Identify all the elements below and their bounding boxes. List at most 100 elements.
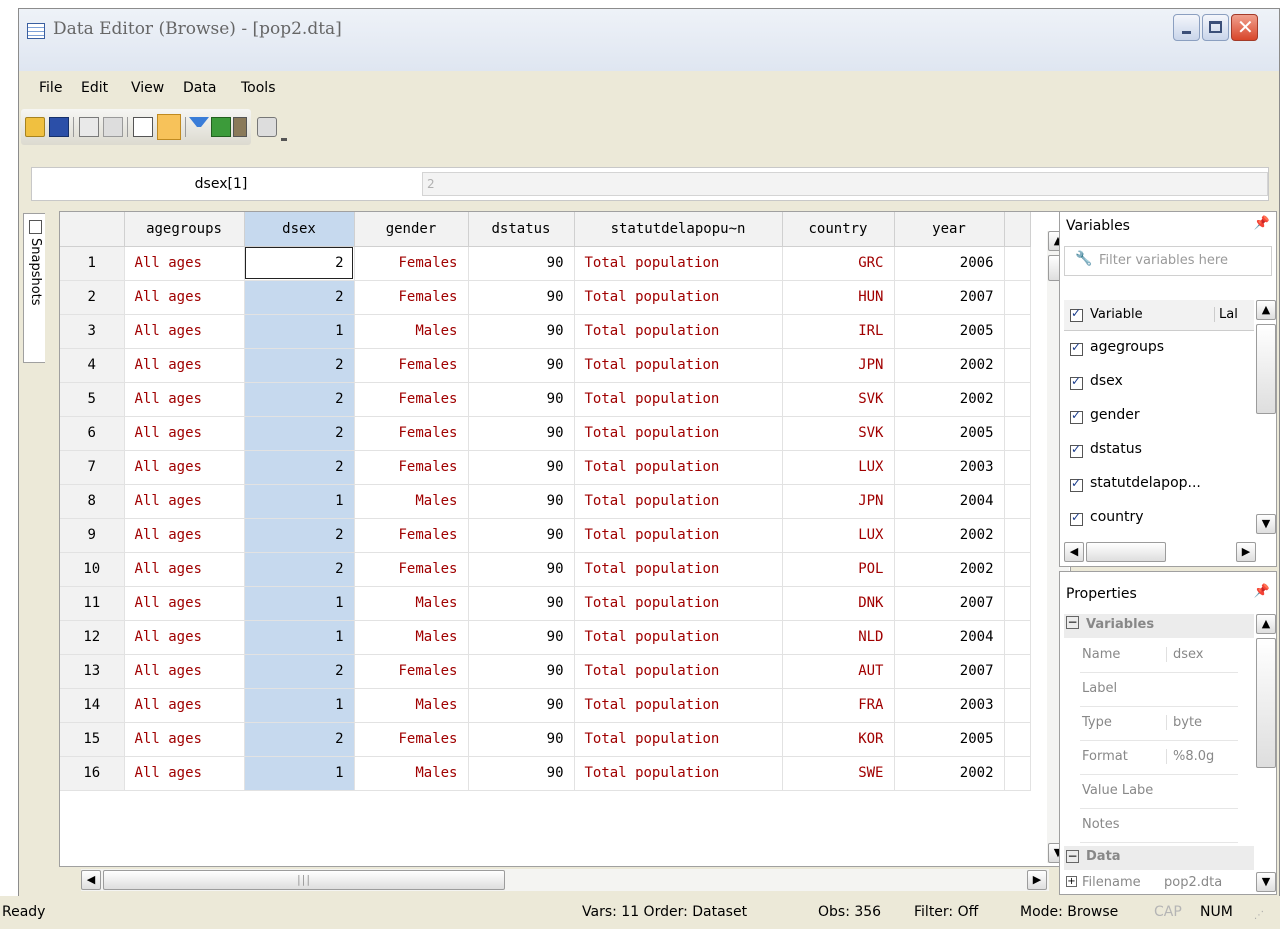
table-cell[interactable]: SWE [782,756,895,791]
table-cell[interactable]: Females [354,246,469,281]
variable-checkbox[interactable] [1070,442,1083,459]
properties-scroll-thumb[interactable] [1256,638,1276,768]
table-cell[interactable]: 90 [468,756,575,791]
table-cell[interactable]: All ages [124,484,245,519]
table-cell[interactable]: Females [354,348,469,383]
variables-scroll-thumb[interactable] [1256,324,1276,414]
table-cell[interactable]: 2007 [894,586,1005,621]
open-icon[interactable] [25,117,45,137]
table-cell[interactable]: LUX [782,518,895,553]
table-cell[interactable]: HUN [782,280,895,315]
table-cell[interactable]: 90 [468,450,575,485]
minimize-button[interactable] [1173,14,1200,41]
table-cell[interactable]: All ages [124,586,245,621]
table-cell[interactable]: 2007 [894,654,1005,689]
table-cell[interactable]: All ages [124,654,245,689]
table-cell[interactable]: All ages [124,314,245,349]
table-cell[interactable]: 2005 [894,416,1005,451]
variable-list-item[interactable]: dsex [1064,366,1254,398]
table-cell[interactable]: SVK [782,416,895,451]
table-cell[interactable]: 2 [244,654,355,689]
table-cell[interactable]: Females [354,450,469,485]
column-header-3[interactable]: dstatus [468,212,575,247]
table-cell[interactable]: Females [354,416,469,451]
table-cell[interactable]: 90 [468,416,575,451]
column-header-1[interactable]: dsex [244,212,355,247]
variable-checkbox[interactable] [1070,408,1083,425]
column-header-0[interactable]: agegroups [124,212,245,247]
table-cell[interactable]: 2002 [894,518,1005,553]
table-cell[interactable]: 2002 [894,382,1005,417]
table-cell[interactable]: IRL [782,314,895,349]
variable-list-item[interactable]: statutdelapop... [1064,468,1254,500]
table-cell[interactable]: Females [354,722,469,757]
filter-variables-field[interactable]: 🔧 Filter variables here [1064,246,1272,276]
variables-scroll-left[interactable]: ◀ [1064,542,1084,562]
table-cell[interactable]: Total population [574,552,783,587]
property-value[interactable]: %8.0g [1166,749,1214,764]
table-cell[interactable]: 2004 [894,484,1005,519]
table-cell[interactable]: 90 [468,586,575,621]
table-cell[interactable]: JPN [782,348,895,383]
table-cell[interactable]: 90 [468,722,575,757]
scroll-right-button[interactable]: ▶ [1027,870,1047,890]
variable-list-item[interactable]: agegroups [1064,332,1254,364]
properties-section-data[interactable]: − Data [1064,846,1254,870]
expand-icon[interactable]: + [1066,876,1077,887]
table-cell[interactable]: 1 [244,484,355,519]
table-cell[interactable]: 2002 [894,756,1005,791]
table-cell[interactable]: Total population [574,348,783,383]
table-cell[interactable]: 1 [244,688,355,723]
table-cell[interactable]: All ages [124,450,245,485]
variable-list-item[interactable]: dstatus [1064,434,1254,466]
table-cell[interactable]: 90 [468,654,575,689]
table-cell[interactable]: Males [354,620,469,655]
table-cell[interactable]: 90 [468,620,575,655]
table-cell[interactable]: 2 [244,552,355,587]
table-cell[interactable]: All ages [124,620,245,655]
table-cell[interactable]: Total population [574,382,783,417]
variables-scroll-right[interactable]: ▶ [1236,542,1256,562]
snapshot-icon[interactable] [257,117,277,137]
properties-icon[interactable] [233,117,247,137]
table-cell[interactable]: 90 [468,518,575,553]
table-cell[interactable]: Females [354,280,469,315]
table-cell[interactable]: All ages [124,280,245,315]
table-cell[interactable]: All ages [124,518,245,553]
table-cell[interactable]: 90 [468,552,575,587]
table-cell[interactable]: Females [354,654,469,689]
variable-column-header[interactable]: Variable [1090,307,1143,322]
table-cell[interactable]: Total population [574,756,783,791]
maximize-button[interactable] [1202,14,1229,41]
table-cell[interactable]: SVK [782,382,895,417]
table-cell[interactable]: All ages [124,382,245,417]
horizontal-scroll-thumb[interactable]: ||| [103,870,505,890]
pin-icon[interactable]: 📌 [1254,584,1270,599]
table-cell[interactable]: All ages [124,552,245,587]
table-cell[interactable]: 2005 [894,722,1005,757]
menu-view[interactable]: View [131,80,164,96]
table-cell[interactable]: 2007 [894,280,1005,315]
table-cell[interactable]: 1 [244,620,355,655]
variables-manager-icon[interactable] [211,117,231,137]
menu-tools[interactable]: Tools [241,80,276,96]
paste-icon[interactable] [103,117,123,137]
table-cell[interactable]: 2005 [894,314,1005,349]
table-cell[interactable]: Males [354,586,469,621]
copy-icon[interactable] [79,117,99,137]
table-cell[interactable]: Total population [574,314,783,349]
table-cell[interactable]: 2003 [894,450,1005,485]
properties-section-variables[interactable]: − Variables [1064,614,1254,638]
variable-checkbox[interactable] [1070,340,1083,357]
table-cell[interactable]: KOR [782,722,895,757]
table-cell[interactable]: Total population [574,586,783,621]
table-cell[interactable]: 90 [468,314,575,349]
close-button[interactable]: ✕ [1231,14,1258,41]
table-cell[interactable]: All ages [124,722,245,757]
table-cell[interactable]: Females [354,518,469,553]
property-value[interactable]: byte [1166,715,1202,730]
column-header-5[interactable]: country [782,212,895,247]
table-cell[interactable]: Total population [574,688,783,723]
table-cell[interactable]: 2003 [894,688,1005,723]
cell-name-box[interactable]: dsex[1] [32,168,410,200]
